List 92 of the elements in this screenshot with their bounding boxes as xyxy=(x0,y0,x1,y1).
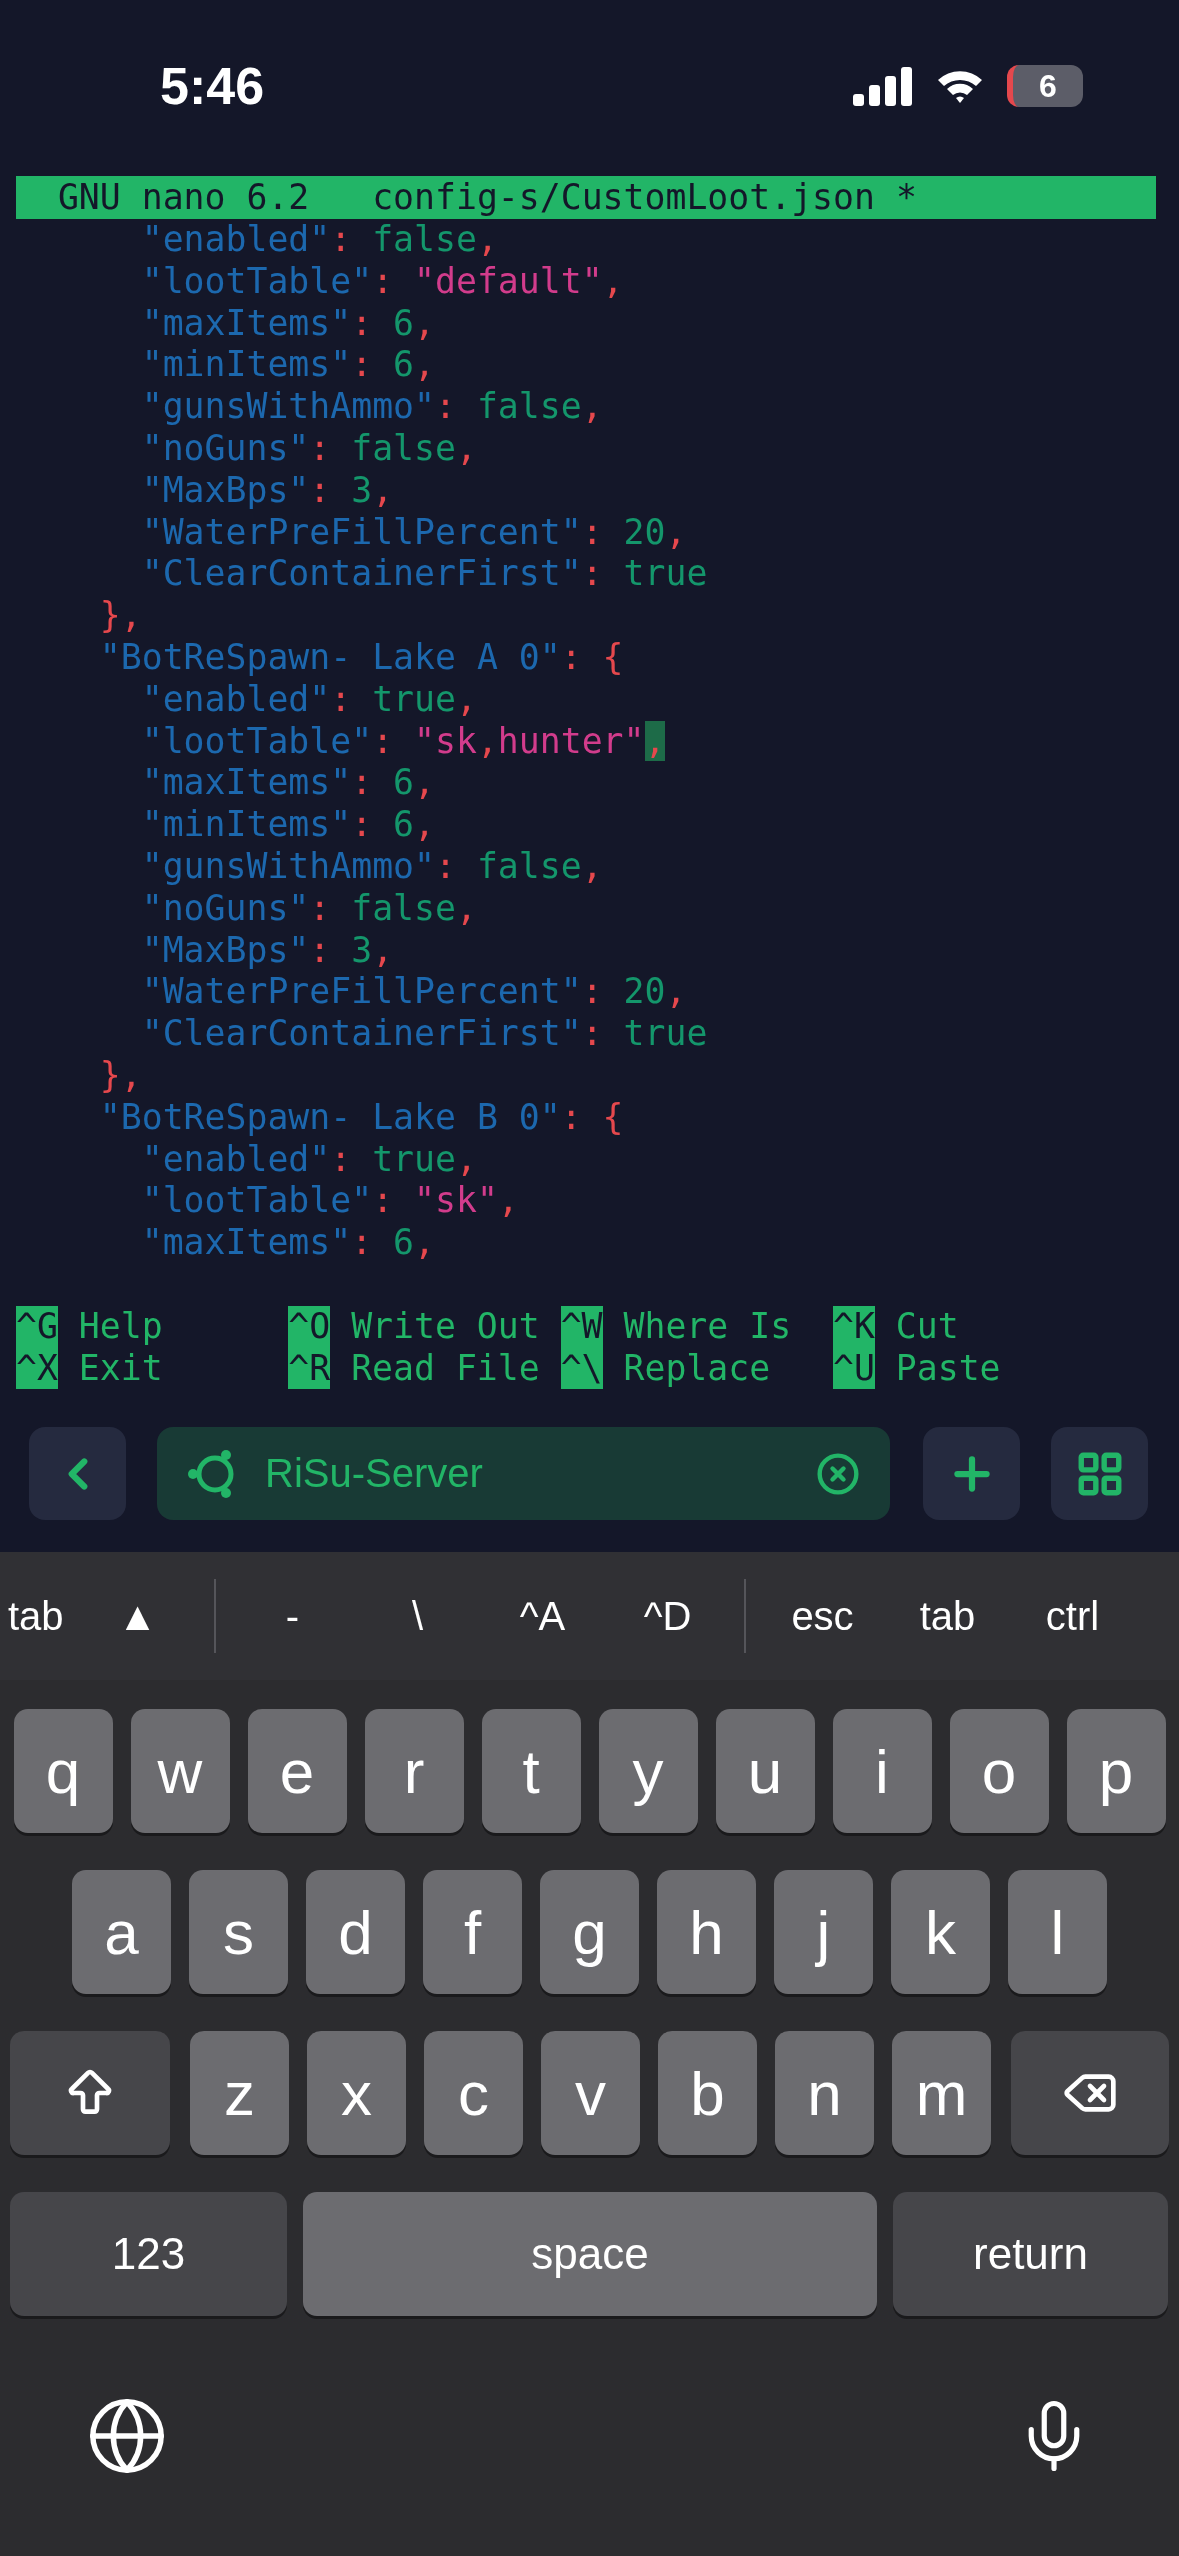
key[interactable]: m xyxy=(892,2031,991,2156)
code-line: "MaxBps": 3, xyxy=(140,929,395,972)
key[interactable]: y xyxy=(598,1709,698,1834)
key[interactable]: h xyxy=(657,1870,756,1995)
key[interactable]: o xyxy=(949,1709,1049,1834)
shortcut-key: ^W xyxy=(560,1305,603,1348)
code-line: "BotReSpawn- Lake B 0": { xyxy=(98,1096,625,1139)
signal-icon xyxy=(853,66,913,106)
key[interactable]: f xyxy=(423,1870,522,1995)
accessory-key[interactable]: tab xyxy=(885,1593,1010,1639)
shortcut-key: ^X xyxy=(16,1347,58,1390)
shortcut-label: Where Is xyxy=(623,1305,792,1348)
key[interactable]: k xyxy=(891,1870,990,1995)
code-line: "noGuns": false, xyxy=(140,887,478,930)
clock-time: 5:46 xyxy=(160,56,265,116)
code-line: "ClearContainerFirst": true xyxy=(140,1013,709,1055)
accessory-key[interactable]: esc xyxy=(760,1593,885,1639)
accessory-key[interactable]: ^A xyxy=(480,1593,605,1639)
key[interactable]: u xyxy=(715,1709,815,1834)
back-button[interactable] xyxy=(29,1427,126,1521)
code-line: "lootTable": "sk", xyxy=(140,1180,520,1223)
accessory-key[interactable]: ▲ xyxy=(75,1593,200,1639)
code-line: "noGuns": false, xyxy=(140,428,478,470)
code-line: "minItems": 6, xyxy=(140,804,436,846)
key[interactable]: i xyxy=(832,1709,932,1834)
key[interactable]: v xyxy=(541,2031,640,2156)
code-line: "maxItems": 6, xyxy=(140,762,436,805)
code-line: "BotReSpawn- Lake A 0": { xyxy=(98,636,625,679)
code-line: "lootTable": "sk,hunter", xyxy=(140,720,667,763)
shift-key[interactable] xyxy=(10,2031,170,2156)
delete-key[interactable] xyxy=(1011,2031,1169,2156)
shortcut-label: Replace xyxy=(623,1347,771,1390)
code-line: "enabled": true, xyxy=(140,678,478,721)
key[interactable]: t xyxy=(481,1709,581,1834)
file-name: config-s/CustomLoot.json * xyxy=(372,176,917,219)
add-button[interactable] xyxy=(923,1427,1020,1521)
code-line: "WaterPreFillPercent": 20, xyxy=(140,971,688,1014)
code-line: "gunsWithAmmo": false, xyxy=(140,386,604,428)
key[interactable]: l xyxy=(1008,1870,1107,1995)
app-version: GNU nano 6.2 xyxy=(57,176,310,219)
grid-button[interactable] xyxy=(1051,1427,1148,1521)
code-line: }, xyxy=(98,1054,143,1097)
code-line: "MaxBps": 3, xyxy=(140,469,395,512)
shortcut-key: ^\ xyxy=(560,1347,603,1390)
accessory-key[interactable]: ^D xyxy=(605,1593,730,1639)
code-line: }, xyxy=(98,595,143,637)
battery-indicator: 6 xyxy=(1007,65,1083,107)
close-icon[interactable] xyxy=(816,1451,860,1496)
key[interactable]: x xyxy=(307,2031,406,2156)
accessory-key[interactable]: tab xyxy=(0,1593,75,1639)
shortcut-key: ^G xyxy=(16,1305,58,1348)
key[interactable]: 123 xyxy=(10,2192,287,2317)
key[interactable]: r xyxy=(364,1709,464,1834)
accessory-key[interactable]: \ xyxy=(355,1593,480,1639)
shortcut-key: ^R xyxy=(288,1347,331,1390)
key[interactable]: w xyxy=(130,1709,230,1834)
session-name[interactable]: RiSu-Server xyxy=(265,1451,792,1497)
code-line: "enabled": false, xyxy=(140,219,499,261)
code-line: "lootTable": "default", xyxy=(140,260,625,303)
key[interactable]: s xyxy=(189,1870,288,1995)
shortcut-key: ^O xyxy=(288,1305,331,1348)
shortcut-label: Cut xyxy=(895,1305,959,1348)
key[interactable]: e xyxy=(247,1709,347,1834)
code-line: "maxItems": 6, xyxy=(140,1222,436,1264)
code-line: "maxItems": 6, xyxy=(140,302,436,345)
key[interactable]: g xyxy=(540,1870,639,1995)
key[interactable]: n xyxy=(775,2031,874,2156)
code-line: "WaterPreFillPercent": 20, xyxy=(140,511,688,554)
shortcut-label: Write Out xyxy=(351,1305,540,1348)
shortcut-key: ^U xyxy=(833,1347,875,1390)
key[interactable]: p xyxy=(1066,1709,1166,1834)
code-line: "minItems": 6, xyxy=(140,344,436,387)
shortcut-label: Help xyxy=(78,1305,163,1348)
shortcut-label: Read File xyxy=(351,1347,540,1390)
space-key[interactable]: space xyxy=(303,2192,877,2317)
key[interactable]: z xyxy=(190,2031,289,2156)
shortcut-label: Exit xyxy=(78,1347,163,1390)
shortcut-key: ^K xyxy=(833,1305,875,1348)
key[interactable]: a xyxy=(72,1870,171,1995)
accessory-key[interactable]: - xyxy=(230,1593,355,1639)
key[interactable]: b xyxy=(658,2031,757,2156)
key[interactable]: q xyxy=(13,1709,113,1834)
code-line: "ClearContainerFirst": true xyxy=(140,553,709,596)
key[interactable]: c xyxy=(424,2031,523,2156)
key[interactable]: return xyxy=(893,2192,1168,2317)
key[interactable]: d xyxy=(306,1870,405,1995)
shortcut-label: Paste xyxy=(895,1347,1001,1390)
key[interactable]: j xyxy=(774,1870,873,1995)
code-line: "enabled": true, xyxy=(140,1138,478,1181)
code-line: "gunsWithAmmo": false, xyxy=(140,845,604,888)
session-tab[interactable]: RiSu-Server xyxy=(157,1427,890,1521)
accessory-key[interactable]: ctrl xyxy=(1010,1593,1135,1639)
